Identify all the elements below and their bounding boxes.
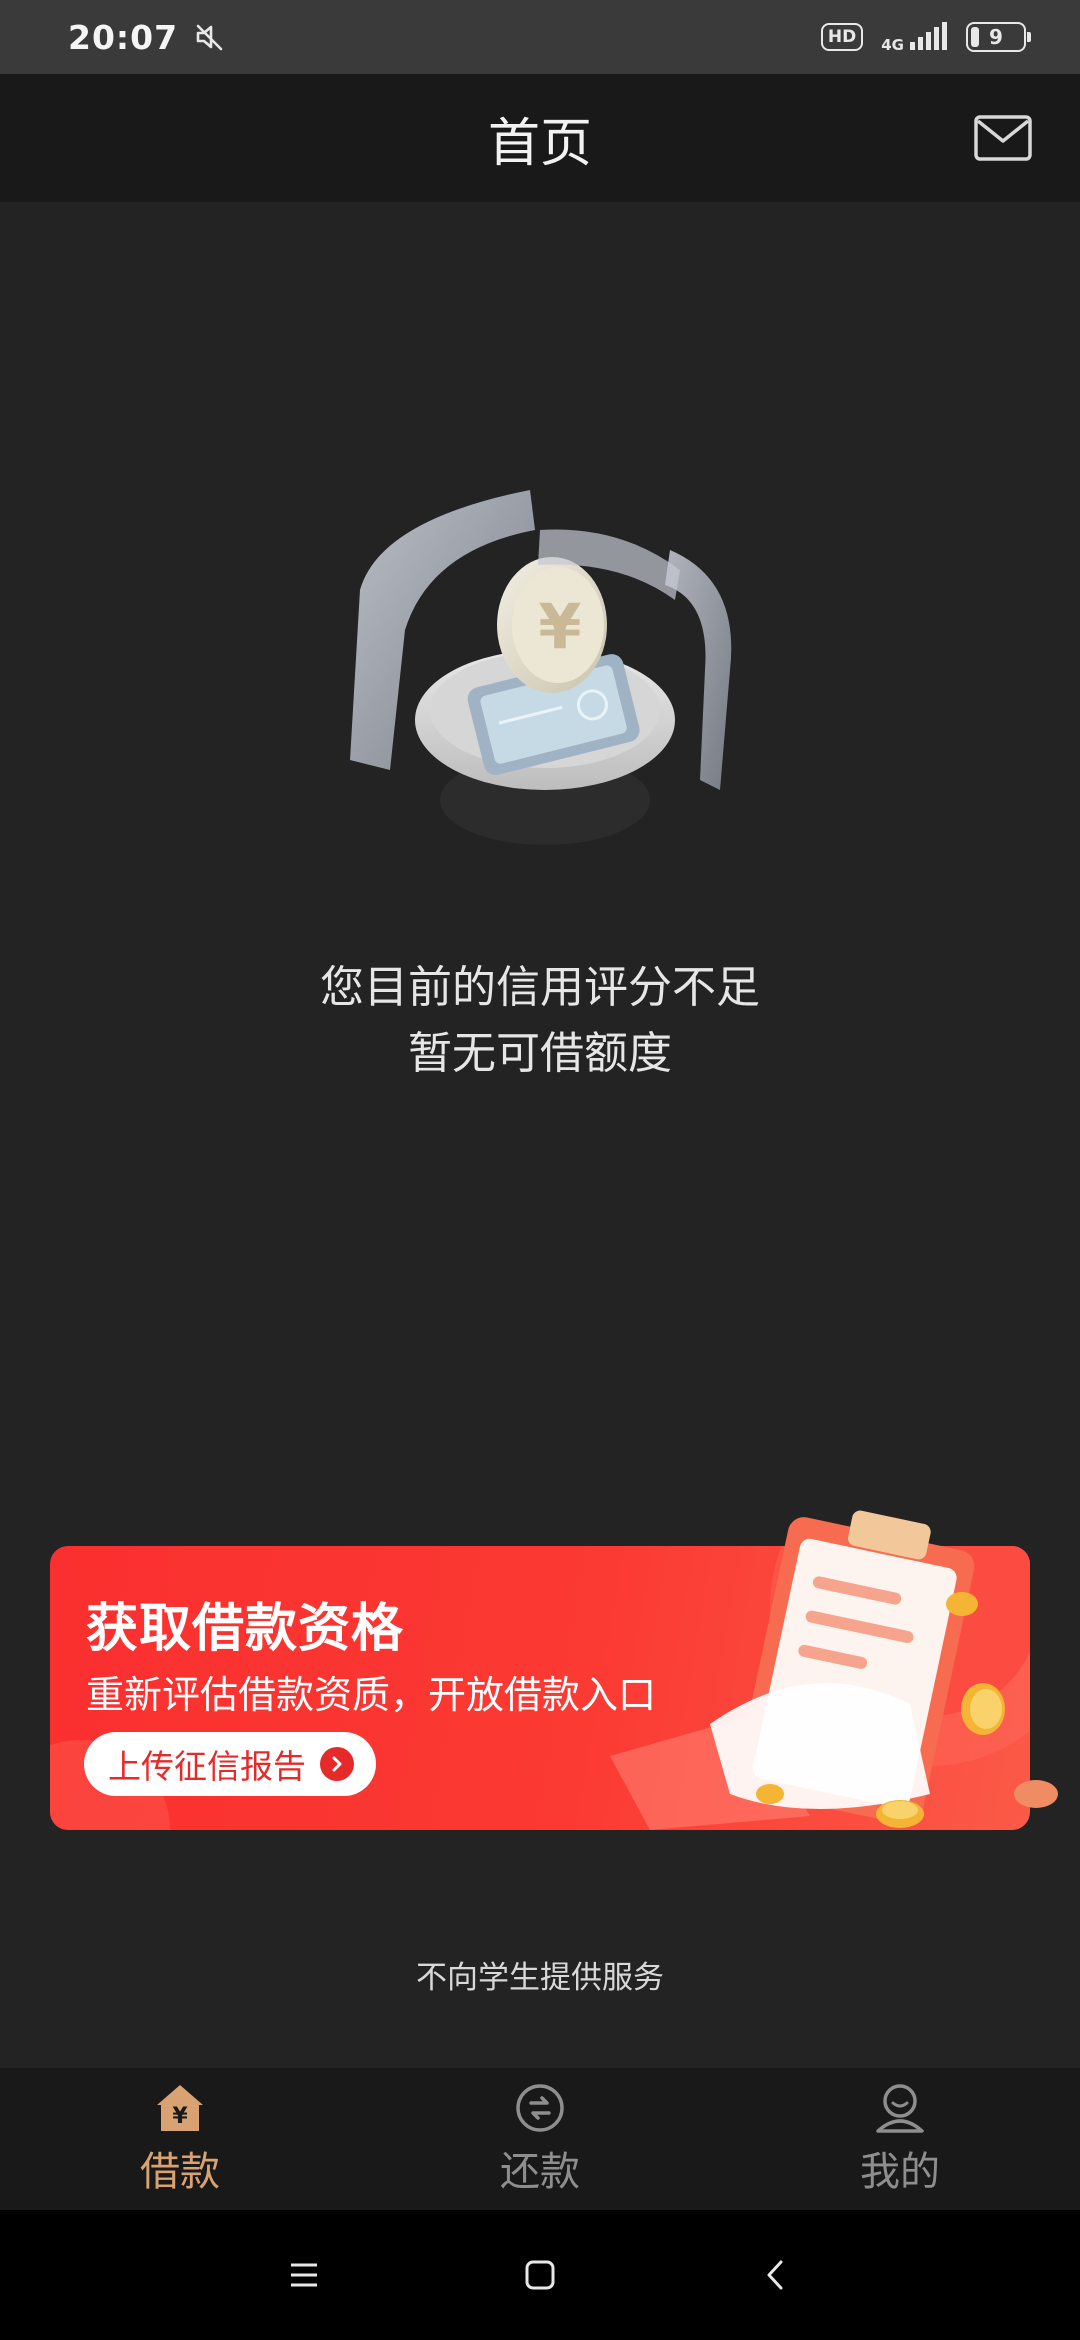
network-label: 4G — [881, 36, 904, 54]
nav-item-profile[interactable]: 我的 — [720, 2068, 1080, 2210]
nav-label-loan: 借款 — [140, 2149, 220, 2195]
signal-icon — [910, 22, 947, 50]
svg-text:¥: ¥ — [538, 590, 581, 663]
status-right: HD 4G 9 — [820, 22, 1031, 54]
banner-subtitle: 重新评估借款资质，开放借款入口 — [86, 1673, 657, 1717]
nav-label-repay: 还款 — [500, 2149, 580, 2195]
upload-credit-report-button[interactable]: 上传征信报告 — [84, 1732, 376, 1796]
svg-text:¥: ¥ — [172, 2104, 188, 2129]
clipboard-coins-illustration — [710, 1510, 1058, 1828]
repay-icon — [516, 2084, 564, 2132]
loan-house-icon: ¥ — [157, 2085, 203, 2131]
credit-message: 您目前的信用评分不足 暂无可借额度 — [0, 955, 1080, 1087]
back-icon[interactable] — [758, 2257, 794, 2293]
app-header: 首页 — [0, 74, 1080, 202]
student-notice: 不向学生提供服务 — [416, 1960, 664, 1996]
upload-button-label: 上传征信报告 — [108, 1747, 306, 1786]
credit-message-line1: 您目前的信用评分不足 — [320, 962, 760, 1013]
status-left: 20:07 — [68, 18, 224, 57]
profile-icon — [876, 2084, 924, 2133]
banner-title: 获取借款资格 — [86, 1599, 405, 1659]
system-nav-bar — [0, 2210, 1080, 2340]
status-bar: 20:07 HD 4G 9 — [0, 0, 1080, 74]
status-time: 20:07 — [68, 17, 179, 57]
chevron-right-icon — [320, 1747, 354, 1781]
promo-banner[interactable]: 获取借款资格 重新评估借款资质，开放借款入口 上传征信报告 — [50, 1510, 1058, 1830]
nav-item-loan[interactable]: ¥ 借款 — [0, 2068, 360, 2210]
page-title: 首页 — [487, 113, 592, 174]
credit-message-line2: 暂无可借额度 — [408, 1028, 672, 1079]
bottom-nav: ¥ 借款 还款 我的 — [0, 2068, 1080, 2210]
menu-icon[interactable] — [286, 2257, 322, 2293]
mail-icon[interactable] — [974, 114, 1032, 162]
battery-icon: 9 — [966, 22, 1031, 52]
mute-icon — [196, 24, 223, 51]
hd-badge: HD — [820, 23, 864, 51]
coin-phone-illustration: ¥ — [350, 490, 732, 845]
nav-label-profile: 我的 — [860, 2149, 940, 2195]
nav-item-repay[interactable]: 还款 — [360, 2068, 720, 2210]
network-indicator: 4G — [881, 22, 948, 54]
home-square-icon[interactable] — [522, 2257, 558, 2293]
